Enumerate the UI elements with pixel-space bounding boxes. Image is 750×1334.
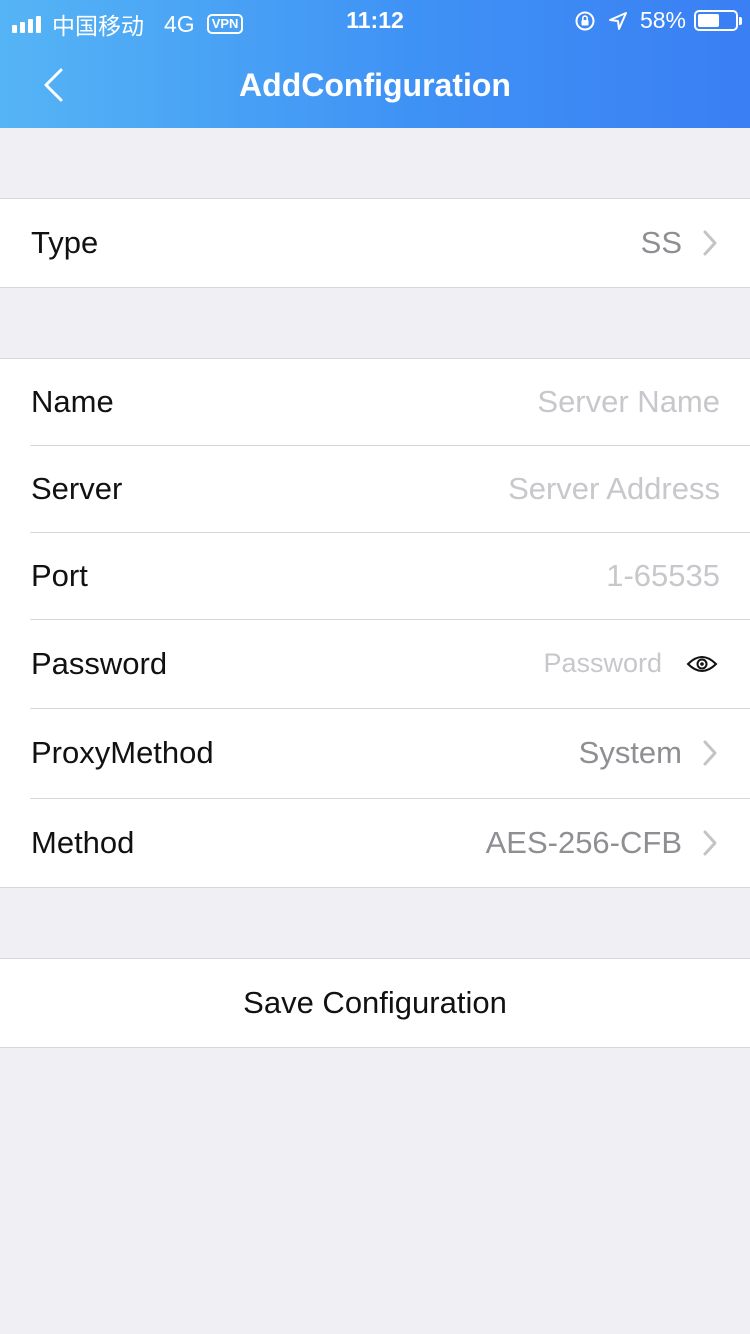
server-name-input[interactable]	[113, 384, 720, 420]
status-right: 58%	[574, 7, 742, 34]
status-bar: 中国移动 4G VPN 11:12 58%	[0, 0, 750, 40]
method-row[interactable]: Method AES-256-CFB	[0, 798, 750, 887]
name-row: Name	[0, 359, 750, 445]
type-group: Type SS	[0, 198, 750, 288]
name-label: Name	[31, 384, 114, 419]
type-row[interactable]: Type SS	[0, 199, 750, 287]
port-label: Port	[31, 557, 88, 593]
vpn-badge: VPN	[206, 14, 244, 34]
chevron-right-icon	[702, 739, 720, 767]
network-type: 4G	[164, 10, 195, 37]
configuration-form: Name Server Port Password ProxyMethod Sy…	[0, 358, 750, 888]
save-group: Save Configuration	[0, 958, 750, 1048]
chevron-right-icon	[702, 829, 720, 857]
orientation-lock-icon	[575, 11, 595, 30]
battery-level	[698, 14, 719, 27]
chevron-left-icon	[44, 68, 63, 102]
battery-percent: 58%	[639, 7, 686, 33]
port-input[interactable]	[87, 557, 720, 594]
proxy-method-value: System	[578, 735, 682, 770]
proxy-method-label: ProxyMethod	[31, 735, 214, 770]
method-label: Method	[31, 824, 135, 860]
app-header: 中国移动 4G VPN 11:12 58% AddConfiguration	[0, 0, 750, 128]
back-button[interactable]	[30, 62, 76, 108]
method-value: AES-256-CFB	[485, 824, 682, 860]
type-value: SS	[640, 225, 682, 260]
password-row: Password	[0, 619, 750, 708]
server-label: Server	[31, 470, 123, 506]
signal-strength-icon	[12, 15, 44, 33]
status-left: 中国移动 4G VPN	[12, 7, 244, 41]
chevron-right-icon	[702, 229, 720, 257]
password-label: Password	[31, 645, 168, 681]
password-input[interactable]	[167, 648, 662, 679]
server-row: Server	[0, 445, 750, 532]
server-address-input[interactable]	[122, 470, 720, 507]
battery-icon	[694, 10, 742, 31]
port-row: Port	[0, 532, 750, 619]
eye-icon[interactable]	[686, 653, 720, 675]
proxy-method-row[interactable]: ProxyMethod System	[0, 708, 750, 798]
carrier-name: 中国移动	[52, 13, 144, 39]
save-configuration-button[interactable]: Save Configuration	[0, 959, 750, 1047]
type-label: Type	[31, 225, 99, 260]
location-arrow-icon	[608, 11, 627, 30]
page-title: AddConfiguration	[239, 67, 511, 103]
